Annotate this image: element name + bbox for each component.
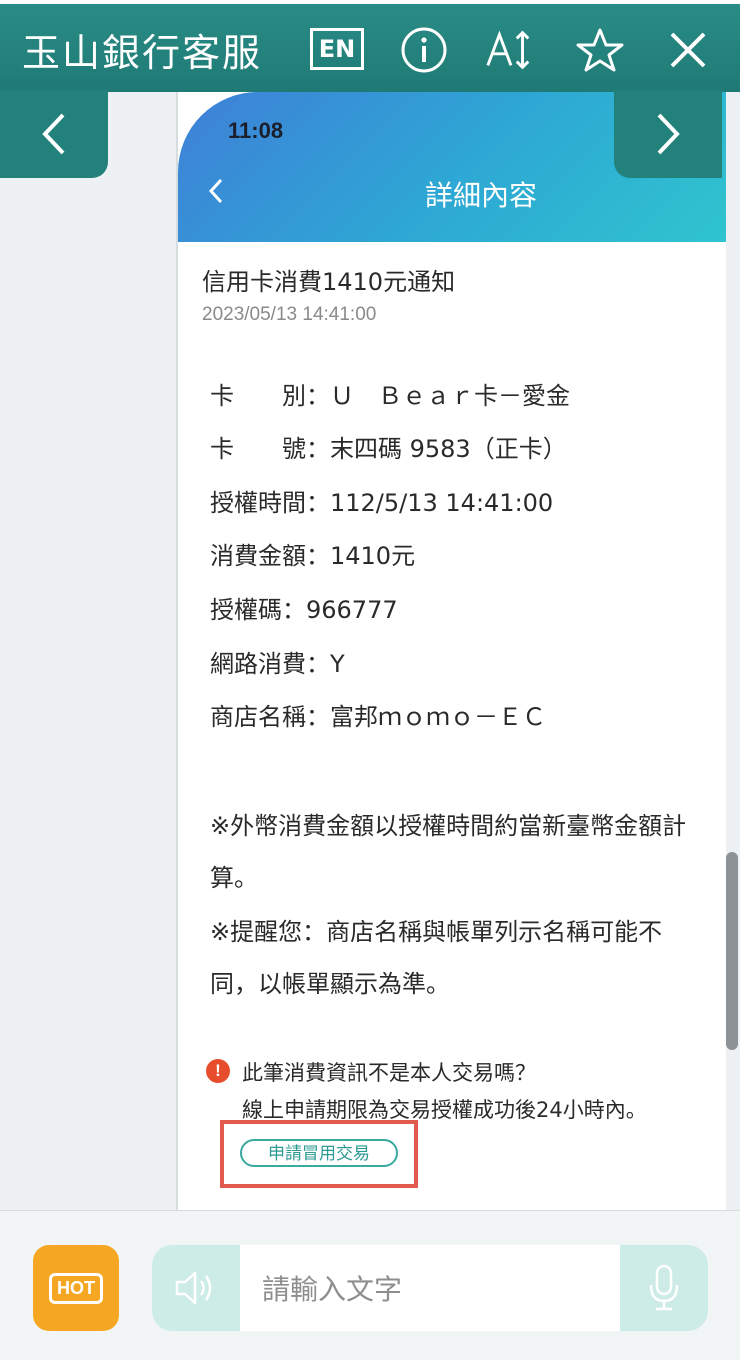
close-icon[interactable] <box>662 24 714 76</box>
previous-button[interactable] <box>0 90 108 178</box>
next-button[interactable] <box>614 90 722 178</box>
font-size-icon[interactable] <box>484 24 536 76</box>
note-line: ※提醒您：商店名稱與帳單列示名稱可能不 <box>210 918 663 946</box>
hot-label: HOT <box>49 1272 103 1304</box>
detail-auth-code: 授權碼：966777 <box>210 596 398 624</box>
microphone-button[interactable] <box>620 1245 708 1331</box>
detail-card-type: 卡 別：Ｕ Ｂｅａｒ卡－愛金 <box>210 382 570 410</box>
star-icon[interactable] <box>574 24 626 76</box>
hot-topics-button[interactable]: HOT <box>33 1245 119 1331</box>
detail-card-number: 卡 號：末四碼 9583（正卡） <box>210 435 567 463</box>
warning-icon: ! <box>206 1059 230 1083</box>
chevron-right-icon <box>657 113 680 155</box>
message-title: 信用卡消費1410元通知 <box>202 268 456 296</box>
detail-amount: 消費金額：1410元 <box>210 542 416 570</box>
scrollbar[interactable] <box>726 852 738 1050</box>
app-header: 玉山銀行客服 EN <box>0 0 740 92</box>
chat-input-bar <box>152 1245 708 1331</box>
note-line: ※外幣消費金額以授權時間約當新臺幣金額計 <box>210 812 687 840</box>
speaker-icon <box>175 1271 212 1305</box>
note-line: 算。 <box>210 864 258 892</box>
detail-merchant: 商店名稱：富邦ｍｏｍｏ－ＥＣ <box>210 703 546 731</box>
app-title: 玉山銀行客服 <box>22 31 263 75</box>
phone-time: 11:08 <box>228 118 284 143</box>
screenshot-card: 11:08 詳細內容 信用卡消費1410元通知 2023/05/13 14:41… <box>176 92 726 1210</box>
report-fraud-button[interactable]: 申請冒用交易 <box>240 1139 398 1167</box>
microphone-icon <box>649 1264 679 1311</box>
note-line: 同，以帳單顯示為準。 <box>210 970 450 998</box>
chat-footer: HOT <box>0 1210 740 1360</box>
detail-online: 網路消費：Y <box>210 650 345 678</box>
screen-title: 詳細內容 <box>424 179 537 212</box>
info-icon[interactable] <box>398 24 450 76</box>
detail-auth-time: 授權時間：112/5/13 14:41:00 <box>210 489 554 517</box>
language-toggle-button[interactable]: EN <box>310 28 364 70</box>
warning-text: 此筆消費資訊不是本人交易嗎？ <box>242 1061 536 1085</box>
message-date: 2023/05/13 14:41:00 <box>202 304 377 325</box>
chevron-left-icon <box>42 113 65 155</box>
chat-text-input[interactable] <box>260 1245 624 1331</box>
speaker-button[interactable] <box>152 1245 240 1331</box>
